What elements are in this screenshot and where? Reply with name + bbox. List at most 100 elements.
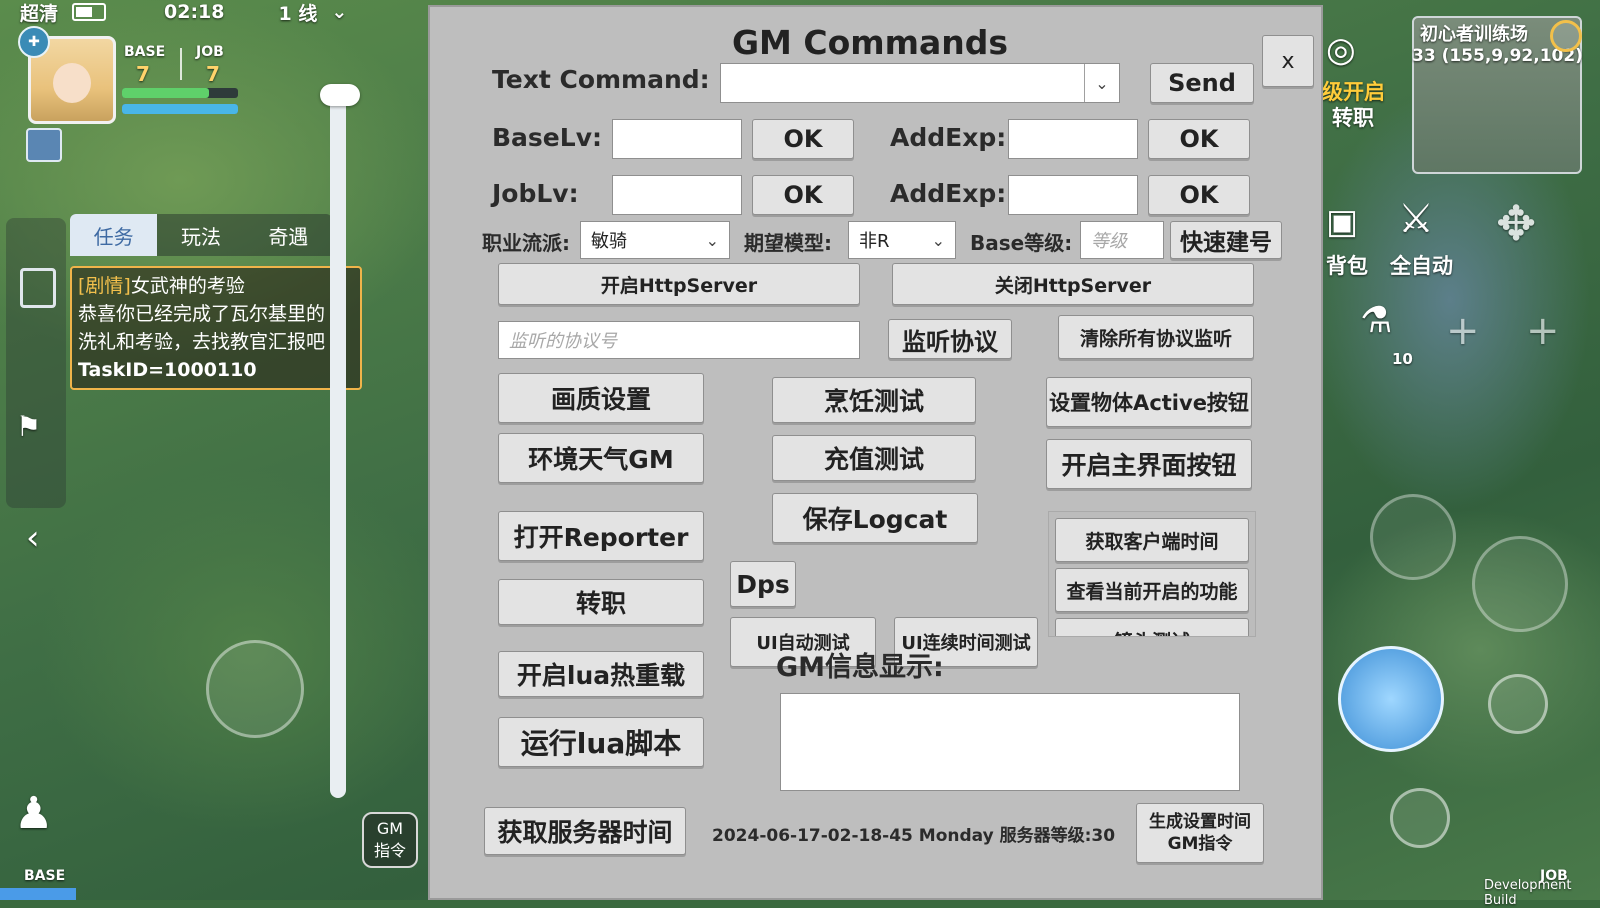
save-logcat-button[interactable]: 保存Logcat bbox=[772, 493, 978, 543]
model-select[interactable]: 非R ⌄ bbox=[848, 221, 956, 259]
base-label: BASE bbox=[124, 44, 166, 60]
tab-play[interactable]: 玩法 bbox=[157, 214, 244, 256]
gm-commands-panel: GM Commands x Text Command: ⌄ Send BaseL… bbox=[428, 5, 1323, 900]
base-level-label: Base等级: bbox=[970, 231, 1073, 255]
quest-tracker[interactable]: [剧情]女武神的考验 恭喜你已经完成了瓦尔基里的 洗礼和考验，去找教官汇报吧 T… bbox=[70, 266, 362, 390]
refresh-icon[interactable] bbox=[1488, 674, 1548, 734]
skill-slot[interactable] bbox=[1370, 494, 1456, 580]
cooking-test-button[interactable]: 烹饪测试 bbox=[772, 377, 976, 423]
view-enabled-features-button[interactable]: 查看当前开启的功能 bbox=[1055, 568, 1249, 612]
job-lv-input[interactable] bbox=[612, 175, 742, 215]
gm-command-button[interactable]: GM 指令 bbox=[362, 812, 418, 868]
shield-icon[interactable]: ✚ bbox=[18, 26, 50, 58]
open-reporter-button[interactable]: 打开Reporter bbox=[498, 511, 704, 561]
clear-protocol-listeners-button[interactable]: 清除所有协议监听 bbox=[1058, 315, 1254, 359]
hp-bar bbox=[122, 88, 209, 98]
scroll-slider-track[interactable] bbox=[330, 92, 346, 798]
open-httpserver-button[interactable]: 开启HttpServer bbox=[498, 263, 860, 305]
job-add-exp-label: AddExp: bbox=[890, 179, 1007, 208]
base-lv-label: BaseLv: bbox=[492, 123, 602, 152]
job-change-label: 转职 bbox=[1332, 106, 1374, 130]
target-lock-icon[interactable] bbox=[1390, 788, 1450, 848]
open-main-ui-buttons-button[interactable]: 开启主界面按钮 bbox=[1046, 439, 1252, 489]
tab-quest[interactable]: 任务 bbox=[70, 214, 158, 256]
line-label[interactable]: 1 线 bbox=[279, 0, 318, 26]
lua-hot-reload-button[interactable]: 开启lua热重载 bbox=[498, 651, 704, 697]
chevron-down-icon[interactable]: ⌄ bbox=[1084, 64, 1119, 102]
potion-icon[interactable]: ⚗ bbox=[1360, 300, 1392, 341]
attack-sword-icon[interactable] bbox=[1338, 646, 1444, 752]
skill-slot[interactable] bbox=[1472, 536, 1568, 632]
career-select[interactable]: 敏骑 ⌄ bbox=[580, 221, 730, 259]
get-client-time-button[interactable]: 获取客户端时间 bbox=[1055, 518, 1249, 562]
camera-rotate-icon[interactable]: ✥ bbox=[1496, 196, 1536, 252]
base-add-exp-ok-button[interactable]: OK bbox=[1148, 119, 1250, 159]
base-level-input[interactable]: 等级 bbox=[1080, 221, 1164, 259]
job-lv-ok-button[interactable]: OK bbox=[752, 175, 854, 215]
model-label: 期望模型: bbox=[744, 231, 832, 255]
gm-info-display[interactable] bbox=[780, 693, 1240, 791]
add-slot-icon[interactable]: + bbox=[1446, 308, 1480, 354]
base-lv-input[interactable] bbox=[612, 119, 742, 159]
quality-settings-button[interactable]: 画质设置 bbox=[498, 373, 704, 423]
collapse-arrow-icon[interactable]: ‹ bbox=[26, 518, 40, 558]
quality-label[interactable]: 超清 bbox=[20, 0, 58, 26]
lens-test-button[interactable]: 镜头测试 bbox=[1055, 618, 1249, 636]
text-command-combobox[interactable]: ⌄ bbox=[720, 63, 1120, 103]
character-icon[interactable]: ♟ bbox=[14, 788, 53, 839]
send-button[interactable]: Send bbox=[1150, 63, 1254, 103]
base-add-exp-label: AddExp: bbox=[890, 123, 1007, 152]
add-slot-icon[interactable]: + bbox=[1526, 308, 1560, 354]
job-change-button[interactable]: 转职 bbox=[498, 579, 704, 625]
job-add-exp-ok-button[interactable]: OK bbox=[1148, 175, 1250, 215]
gear-icon[interactable] bbox=[1550, 20, 1582, 52]
quest-tag: [剧情] bbox=[78, 275, 131, 297]
scroll-slider-knob[interactable] bbox=[320, 84, 360, 106]
chevron-down-icon[interactable]: ⌄ bbox=[331, 1, 347, 23]
joystick[interactable] bbox=[206, 640, 304, 738]
gen-time-gm-command-button[interactable]: 生成设置时间 GM指令 bbox=[1136, 803, 1264, 863]
job-level: 7 bbox=[206, 62, 220, 86]
quest-desc-line1: 恭喜你已经完成了瓦尔基里的 bbox=[78, 303, 326, 325]
dps-button[interactable]: Dps bbox=[730, 561, 796, 607]
set-object-active-button[interactable]: 设置物体Active按钮 bbox=[1046, 377, 1252, 427]
career-label: 职业流派: bbox=[482, 231, 570, 255]
sword-auto-icon[interactable]: ⚔ bbox=[1398, 196, 1434, 242]
left-rail bbox=[6, 218, 66, 508]
job-label: JOB bbox=[196, 44, 224, 60]
quest-desc-line2: 洗礼和考验，去找教官汇报吧 bbox=[78, 331, 326, 353]
bag-icon[interactable]: ▣ bbox=[1326, 202, 1358, 242]
protocol-input[interactable]: 监听的协议号 bbox=[498, 321, 860, 359]
text-command-label: Text Command: bbox=[492, 65, 710, 94]
chevron-down-icon: ⌄ bbox=[705, 230, 719, 250]
quick-create-button[interactable]: 快速建号 bbox=[1170, 221, 1282, 259]
scroll-list[interactable]: 获取客户端时间 查看当前开启的功能 镜头测试 bbox=[1048, 511, 1256, 637]
quest-title: 女武神的考验 bbox=[130, 275, 245, 297]
job-lv-label: JobLv: bbox=[492, 179, 579, 208]
gm-info-label: GM信息显示: bbox=[776, 652, 944, 683]
base-exp-bar bbox=[0, 888, 76, 900]
potion-count: 10 bbox=[1392, 350, 1413, 368]
mp-bar bbox=[122, 104, 238, 114]
job-add-exp-input[interactable] bbox=[1008, 175, 1138, 215]
flag-icon[interactable]: ⚑ bbox=[16, 410, 41, 443]
clock: 02:18 bbox=[164, 1, 225, 23]
ring-icon[interactable]: ◎ bbox=[1326, 30, 1356, 70]
env-weather-gm-button[interactable]: 环境天气GM bbox=[498, 433, 704, 483]
base-add-exp-input[interactable] bbox=[1008, 119, 1138, 159]
close-button[interactable]: x bbox=[1262, 35, 1314, 87]
close-httpserver-button[interactable]: 关闭HttpServer bbox=[892, 263, 1254, 305]
quest-task-id: TaskID=1000110 bbox=[78, 359, 257, 381]
quest-book-icon[interactable] bbox=[20, 268, 56, 308]
skill-icon[interactable] bbox=[26, 128, 62, 162]
get-server-time-button[interactable]: 获取服务器时间 bbox=[484, 807, 686, 855]
tab-adventure[interactable]: 奇遇 bbox=[245, 214, 332, 256]
left-tabs: 任务 玩法 奇遇 bbox=[70, 214, 332, 256]
listen-protocol-button[interactable]: 监听协议 bbox=[888, 319, 1012, 359]
run-lua-script-button[interactable]: 运行lua脚本 bbox=[498, 717, 704, 767]
recharge-test-button[interactable]: 充值测试 bbox=[772, 435, 976, 481]
map-title: 初心者训练场 bbox=[1420, 24, 1528, 45]
battery-icon bbox=[72, 3, 107, 21]
base-lv-ok-button[interactable]: OK bbox=[752, 119, 854, 159]
bottom-base-label: BASE bbox=[24, 868, 66, 884]
